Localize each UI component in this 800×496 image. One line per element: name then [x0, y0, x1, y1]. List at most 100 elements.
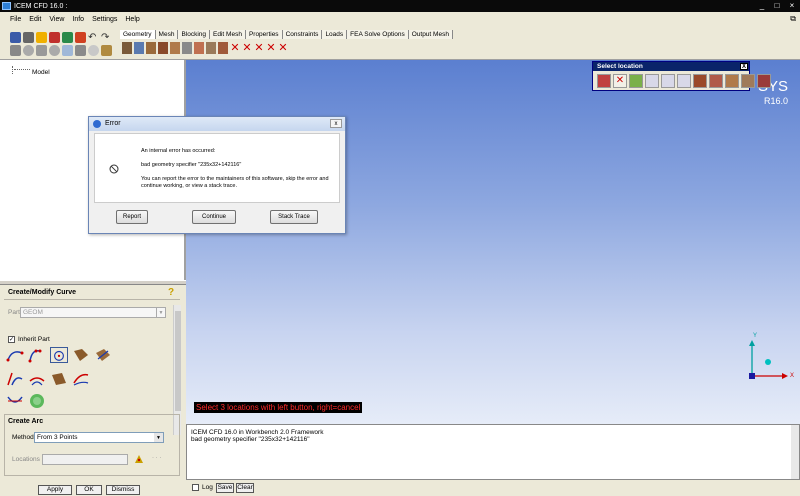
curve-location-icon[interactable]	[661, 74, 675, 88]
help-icon[interactable]: ?	[168, 287, 178, 298]
zoom-box-icon[interactable]	[49, 45, 60, 56]
rotate-icon[interactable]	[36, 45, 47, 56]
restore-geometry-icon[interactable]	[206, 42, 216, 54]
measure-icon[interactable]	[101, 45, 112, 56]
check-icon[interactable]	[75, 32, 86, 43]
tab-properties[interactable]: Properties	[245, 30, 283, 39]
restore-icon[interactable]: ⧉	[790, 14, 796, 24]
menu-info[interactable]: Info	[68, 16, 88, 23]
save-icon[interactable]	[23, 32, 34, 43]
create-body-icon[interactable]	[158, 42, 168, 54]
log-checkbox[interactable]	[192, 484, 199, 491]
tab-edit-mesh[interactable]: Edit Mesh	[210, 30, 246, 39]
scroll-thumb[interactable]	[175, 311, 181, 411]
wireframe-icon[interactable]	[75, 45, 86, 56]
body-location-icon[interactable]	[693, 74, 707, 88]
delete-point-icon[interactable]	[218, 42, 228, 54]
tab-blocking[interactable]: Blocking	[178, 30, 211, 39]
menu-edit[interactable]: Edit	[25, 16, 45, 23]
centroid-location-icon[interactable]	[741, 74, 755, 88]
menu-help[interactable]: Help	[121, 16, 143, 23]
arc-from-points-icon[interactable]	[28, 347, 46, 363]
minimize-icon[interactable]: _	[756, 1, 768, 10]
view-cube-icon[interactable]	[62, 45, 73, 56]
close-icon[interactable]: x	[330, 119, 342, 128]
redo-icon[interactable]: ↷	[101, 32, 112, 43]
surface-boundary-icon[interactable]	[50, 371, 68, 387]
create-curve-icon[interactable]	[134, 42, 144, 54]
apply-button[interactable]: Apply	[38, 485, 72, 495]
locations-label: Locations	[12, 456, 40, 463]
maximize-icon[interactable]: □	[771, 1, 783, 10]
menu-view[interactable]: View	[45, 16, 68, 23]
clear-selection-icon[interactable]: ✕	[613, 74, 627, 88]
main-toolbar: ↶ ↷ Geometry Mesh Blocking Edit Mesh Pro…	[0, 26, 800, 60]
bridge-curves-icon[interactable]	[28, 393, 46, 409]
delete-surface-icon[interactable]: ✕	[242, 42, 252, 54]
parameter-location-icon[interactable]	[757, 74, 771, 88]
checkbox-inherit-part[interactable]: ✓	[8, 336, 15, 343]
tree-item-model[interactable]: Model	[32, 69, 50, 76]
tab-fea-solve-options[interactable]: FEA Solve Options	[347, 30, 409, 39]
lightning-icon[interactable]	[36, 32, 47, 43]
dismiss-button[interactable]: Dismiss	[106, 485, 140, 495]
delete-curve-icon[interactable]: ✕	[230, 42, 240, 54]
faceted-icon[interactable]	[170, 42, 180, 54]
open-project-icon[interactable]	[10, 32, 21, 43]
chevron-down-icon: ▼	[156, 308, 165, 317]
graphics-viewport[interactable]: SYS R16.0 Select 3 locations with left b…	[186, 60, 800, 424]
delete-entity-icon[interactable]: ✕	[266, 42, 276, 54]
undo-icon[interactable]: ↶	[88, 32, 99, 43]
curve-from-points-icon[interactable]	[6, 347, 24, 363]
vertex-location-icon[interactable]	[725, 74, 739, 88]
inherit-part-checkbox[interactable]: ✓ Inherit Part	[8, 336, 50, 343]
ok-button[interactable]: OK	[76, 485, 102, 495]
save-log-button[interactable]: Save	[216, 483, 234, 493]
delete-body-icon[interactable]: ✕	[254, 42, 264, 54]
surface-surface-intersection-icon[interactable]	[94, 347, 112, 363]
point-location-icon[interactable]	[645, 74, 659, 88]
close-icon[interactable]: ×	[786, 1, 798, 10]
method-select[interactable]: From 3 Points ▼	[34, 432, 164, 443]
surface-location-icon[interactable]	[677, 74, 691, 88]
delete-any-icon[interactable]: ✕	[278, 42, 288, 54]
tab-output-mesh[interactable]: Output Mesh	[408, 30, 453, 39]
console-scrollbar[interactable]	[791, 425, 799, 479]
zoom-icon[interactable]	[23, 45, 34, 56]
locations-more[interactable]: · · ·	[152, 455, 161, 461]
extract-curves-icon[interactable]	[72, 371, 90, 387]
tab-geometry[interactable]: Geometry	[120, 30, 156, 39]
create-point-icon[interactable]	[122, 42, 132, 54]
locations-input[interactable]	[42, 454, 128, 465]
screen-location-icon[interactable]	[629, 74, 643, 88]
clear-log-button[interactable]: Clear	[236, 483, 254, 493]
repair-icon[interactable]	[182, 42, 192, 54]
continue-button[interactable]: Continue	[192, 210, 236, 224]
transform-icon[interactable]	[194, 42, 204, 54]
circle-icon[interactable]	[50, 347, 68, 363]
mesh-icon[interactable]	[62, 32, 73, 43]
node-location-icon[interactable]	[709, 74, 723, 88]
create-surface-icon[interactable]	[146, 42, 156, 54]
segment-curve-icon[interactable]	[28, 371, 46, 387]
stack-trace-button[interactable]: Stack Trace	[270, 210, 318, 224]
midline-icon[interactable]	[6, 393, 24, 409]
menu-file[interactable]: File	[6, 16, 25, 23]
cancel-selection-icon[interactable]	[597, 74, 611, 88]
part-select[interactable]: GEOM ▼	[20, 307, 166, 318]
geometry-ball-icon[interactable]	[49, 32, 60, 43]
tab-loads[interactable]: Loads	[322, 30, 348, 39]
close-icon[interactable]: X	[740, 63, 748, 70]
project-curve-icon[interactable]	[6, 371, 24, 387]
report-button[interactable]: Report	[116, 210, 148, 224]
status-prompt: Select 3 locations with left button, rig…	[194, 402, 363, 413]
tab-constraints[interactable]: Constraints	[282, 30, 323, 39]
tab-mesh[interactable]: Mesh	[155, 30, 179, 39]
console-line: ICEM CFD 16.0 in Workbench 2.0 Framework	[191, 429, 324, 436]
menu-settings[interactable]: Settings	[88, 16, 121, 23]
console-toolbar: Log Save Clear	[186, 480, 800, 496]
select-location-icon[interactable]	[134, 454, 144, 464]
fit-icon[interactable]	[10, 45, 21, 56]
shaded-icon[interactable]	[88, 45, 99, 56]
surface-parameter-icon[interactable]	[72, 347, 90, 363]
